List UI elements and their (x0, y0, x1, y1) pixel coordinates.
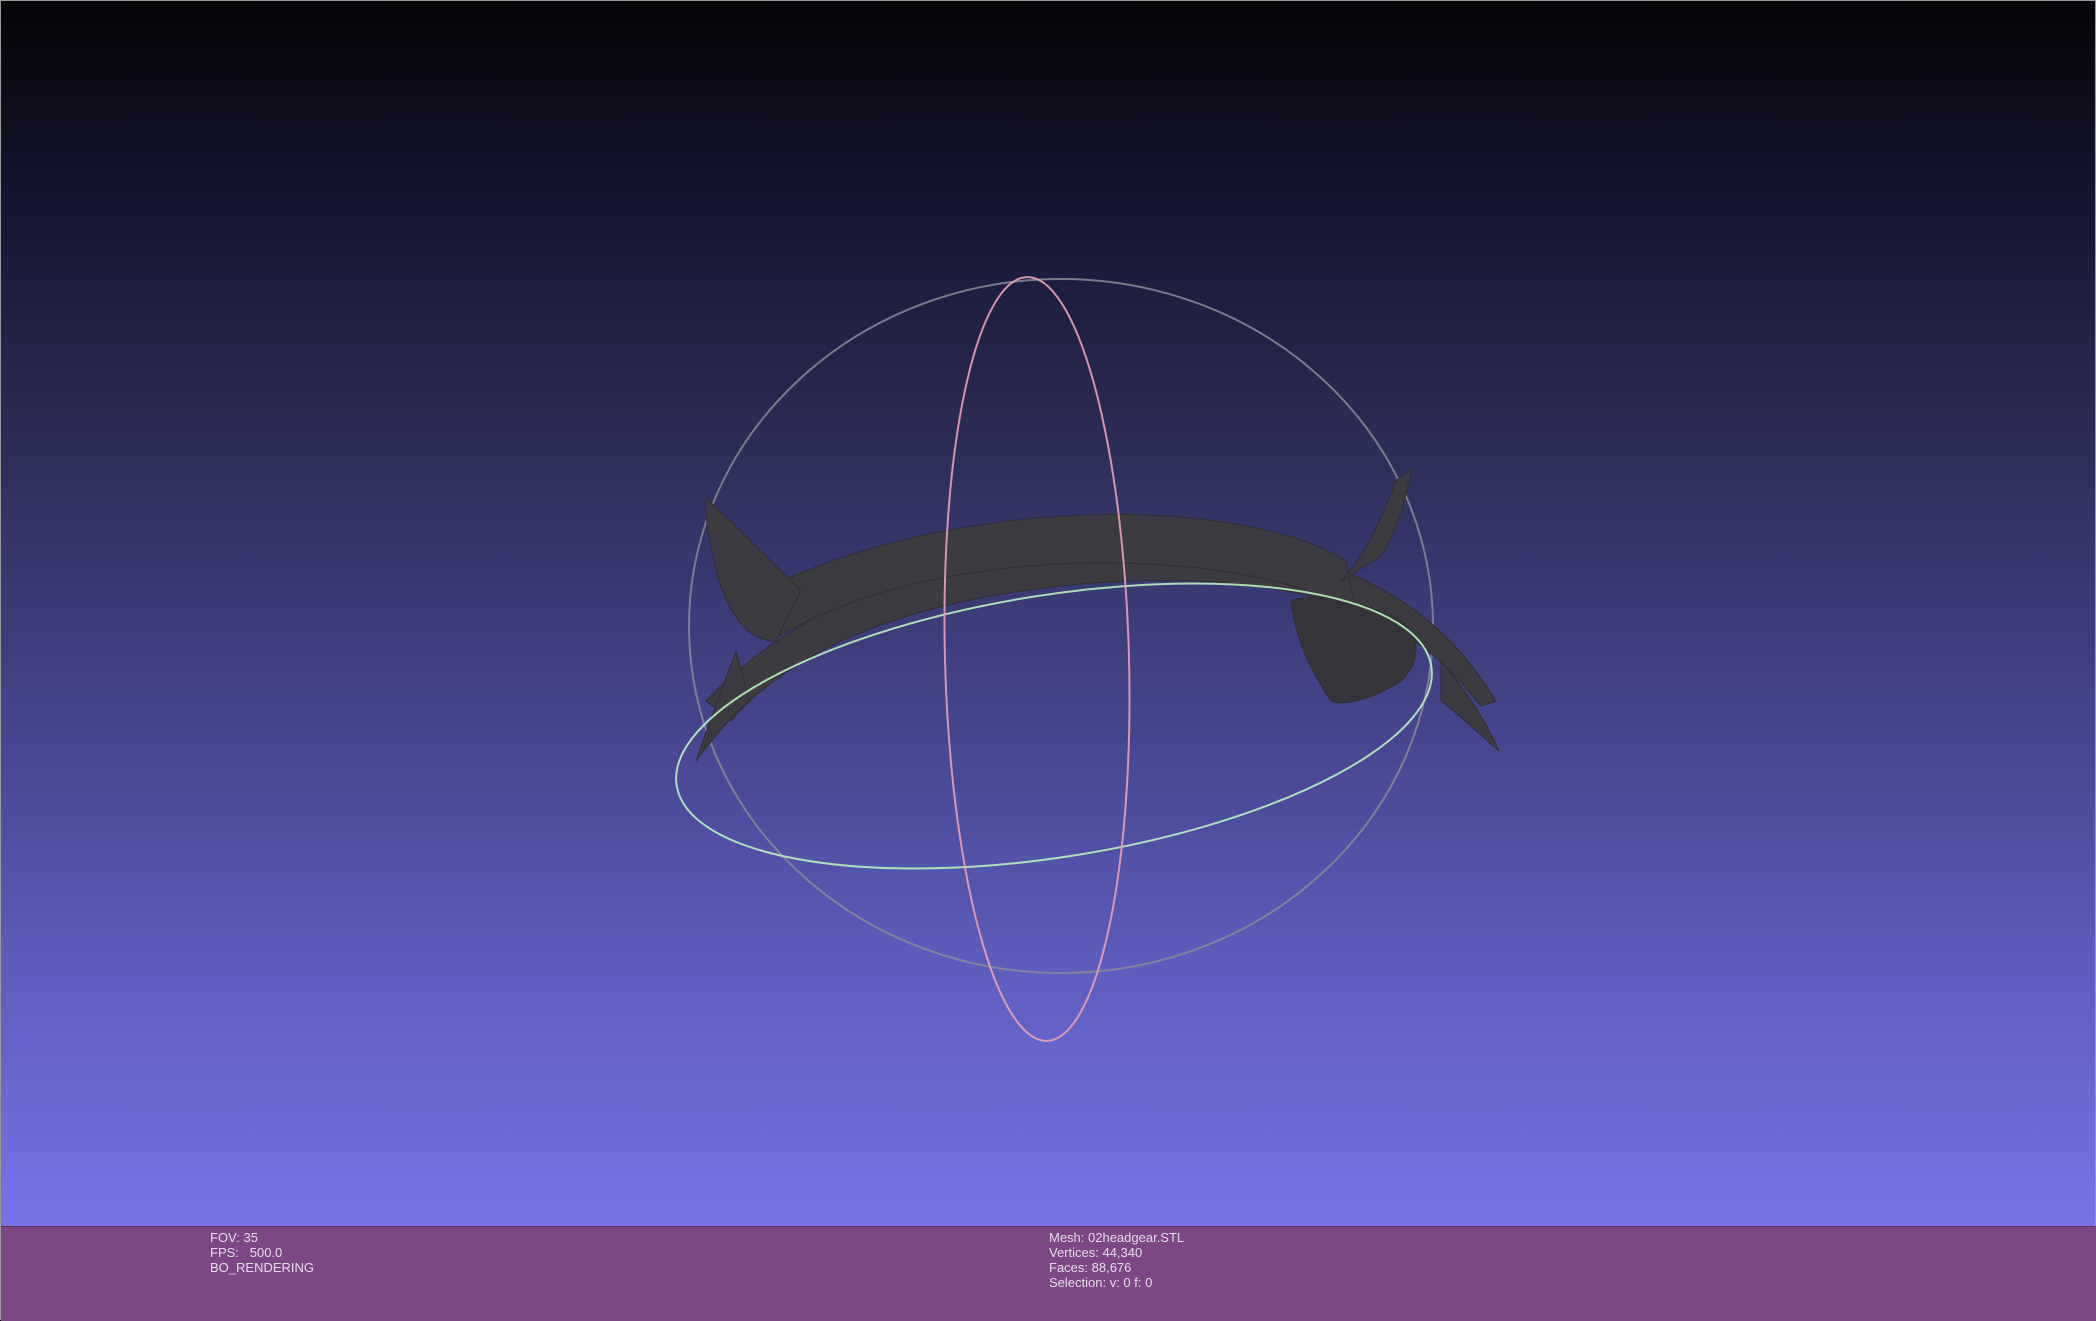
fov-label: FOV: 35 (210, 1230, 258, 1245)
faces-count-label: Faces: 88,676 (1049, 1260, 1132, 1275)
trackball-x-ring[interactable] (935, 275, 1139, 1044)
fps-label: FPS: 500.0 (210, 1245, 283, 1260)
headgear-mesh (695, 467, 1500, 762)
mesh-name-label: Mesh: 02headgear.STL (1049, 1230, 1185, 1245)
scene-canvas[interactable] (1, 1, 2096, 1226)
3d-viewport[interactable]: FOV: 35 FPS: 500.0 BO_RENDERING Mesh: 02… (0, 0, 2096, 1321)
vertices-count-label: Vertices: 44,340 (1049, 1245, 1143, 1260)
render-mode-label: BO_RENDERING (210, 1260, 315, 1275)
render-info-panel: FOV: 35 FPS: 500.0 BO_RENDERING (210, 1230, 314, 1275)
info-bar: FOV: 35 FPS: 500.0 BO_RENDERING Mesh: 02… (1, 1226, 2096, 1321)
selection-label: Selection: v: 0 f: 0 (1049, 1275, 1153, 1290)
mesh-info-panel: Mesh: 02headgear.STL Vertices: 44,340 Fa… (1049, 1230, 1184, 1290)
